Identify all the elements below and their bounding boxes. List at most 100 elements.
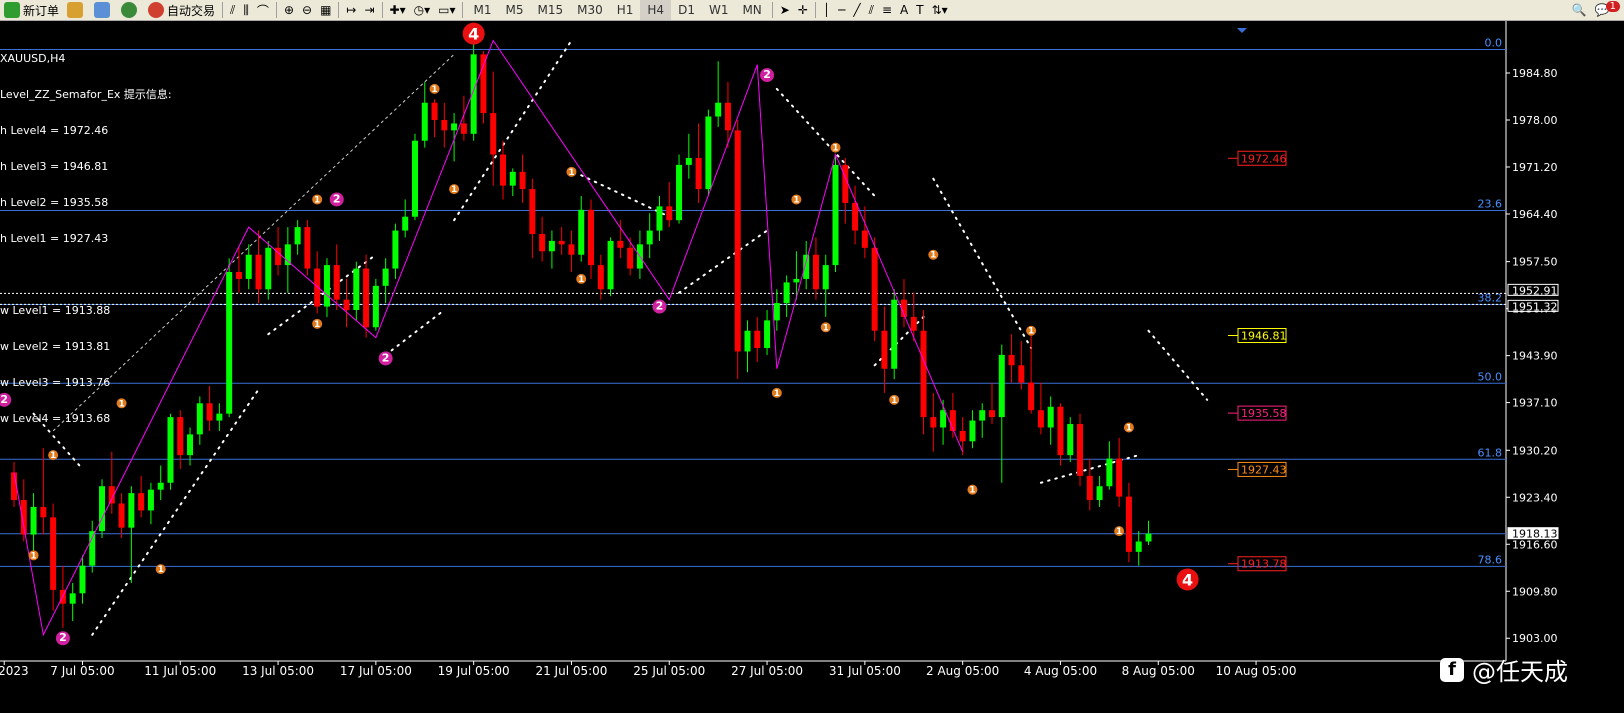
chart-shift-icon: ⇥ — [364, 3, 375, 17]
candle — [353, 261, 360, 321]
tile-button[interactable]: ▦ — [316, 0, 335, 20]
indicator-info-panel: XAUUSD,H4 Level_ZZ_Semafor_Ex 提示信息: h Le… — [0, 29, 172, 437]
timeframe-m30[interactable]: M30 — [570, 0, 610, 20]
timeframe-d1[interactable]: D1 — [671, 0, 702, 20]
candle — [519, 154, 526, 203]
tool-button-3[interactable] — [117, 0, 144, 20]
indicators-button[interactable]: ✚▾ — [386, 0, 410, 20]
candle — [685, 133, 692, 179]
candle-body — [519, 171, 526, 190]
x-tick-label: 13 Jul 05:00 — [242, 664, 314, 678]
candle — [764, 310, 771, 355]
candle — [20, 479, 27, 542]
timeframe-m15[interactable]: M15 — [530, 0, 570, 20]
candle-body — [940, 410, 947, 428]
level-box: 1913.78 — [1228, 556, 1287, 572]
candle — [676, 154, 683, 224]
candle-body — [891, 299, 898, 369]
candle-chart-button[interactable]: ⫼ — [239, 0, 253, 20]
zoom-in-button[interactable]: ⊕ — [280, 0, 298, 20]
candle-body — [783, 282, 790, 304]
candle-body — [793, 278, 800, 283]
candle-body — [226, 272, 233, 414]
candle-body — [421, 102, 428, 141]
semafor-marker: 1 — [928, 249, 939, 261]
candle-body — [842, 164, 849, 203]
semafor-label: 1 — [793, 195, 799, 205]
label-button[interactable]: T — [912, 0, 927, 20]
main-toolbar: 新订单 自动交易 ⫽ ⫼ ⌒ ⊕ ⊖ ▦ ↦ ⇥ ✚▾ ◷▾ ▭▾ M1 M5 M1… — [0, 0, 1624, 21]
fibo-button[interactable]: ≡ — [878, 0, 896, 20]
search-button[interactable]: 🔍 — [1568, 0, 1591, 20]
semafor-marker: 1 — [1114, 526, 1125, 537]
y-tick-label: 1971.20 — [1512, 161, 1558, 174]
candle-body — [392, 230, 399, 269]
candle-body — [89, 531, 96, 566]
candle — [1037, 382, 1044, 435]
timeframe-w1[interactable]: W1 — [702, 0, 736, 20]
candle — [235, 247, 242, 293]
semafor-label: 1 — [969, 486, 975, 496]
plus-icon — [4, 2, 20, 18]
candle — [891, 289, 898, 380]
trendline-button[interactable]: ╱ — [849, 0, 864, 20]
semafor-marker: 1 — [830, 142, 841, 154]
auto-trade-button[interactable]: 自动交易 — [144, 0, 219, 20]
autoscroll-button[interactable]: ↦ — [342, 0, 360, 20]
candle-body — [832, 164, 839, 266]
candle — [1106, 441, 1113, 490]
candle-body — [1125, 496, 1132, 552]
crosshair-button[interactable]: ✛ — [794, 0, 812, 20]
candle — [1086, 458, 1093, 511]
timeframe-h1[interactable]: H1 — [610, 0, 641, 20]
chart-shift-button[interactable]: ⇥ — [360, 0, 378, 20]
candle-body — [500, 154, 506, 186]
timeframe-mn[interactable]: MN — [735, 0, 768, 20]
candle — [304, 220, 311, 276]
candle-body — [998, 354, 1005, 418]
candle-body — [724, 102, 731, 131]
tool-button-2[interactable] — [90, 0, 117, 20]
timeframe-m5[interactable]: M5 — [498, 0, 530, 20]
candle-body — [627, 247, 634, 269]
zoom-out-button[interactable]: ⊖ — [298, 0, 316, 20]
bar-chart-button[interactable]: ⫽ — [226, 0, 239, 20]
semafor-marker: 1 — [429, 83, 440, 95]
candle-body — [1067, 424, 1074, 456]
chart-area[interactable]: 0.0 23.6 38.2 50.0 61.8 78.6 1984.80 1978.00 197… — [0, 21, 1624, 709]
dotted-envelope-line — [267, 253, 377, 336]
horizontal-line-button[interactable]: ─ — [834, 0, 849, 20]
price-axis-tag: 1951.32 — [1507, 299, 1559, 313]
vertical-line-button[interactable]: │ — [819, 0, 834, 20]
candle-body — [206, 403, 213, 421]
price-chart[interactable]: 0.023.638.250.061.878.61984.801978.00197… — [0, 21, 1624, 709]
periods-button[interactable]: ◷▾ — [410, 0, 435, 20]
toolbar-separator — [814, 2, 816, 18]
candle — [1008, 334, 1015, 383]
channel-button[interactable]: ⫽ — [865, 0, 878, 20]
cursor-button[interactable]: ➤ — [776, 0, 794, 20]
semafor-marker: 2 — [55, 631, 70, 646]
semafor-label: 2 — [382, 351, 390, 364]
candle — [803, 240, 810, 290]
candle-body — [822, 265, 829, 290]
line-chart-button[interactable]: ⌒ — [253, 0, 273, 20]
arrows-button[interactable]: ⇅▾ — [928, 0, 952, 20]
tool-button-1[interactable] — [63, 0, 90, 20]
candle-body — [265, 247, 272, 290]
new-order-button[interactable]: 新订单 — [0, 0, 63, 20]
candle — [490, 71, 497, 186]
candle — [1096, 475, 1103, 507]
candle-body — [568, 244, 575, 255]
timeframe-h4[interactable]: H4 — [640, 0, 672, 20]
candle-body — [128, 493, 135, 528]
text-button[interactable]: A — [896, 0, 912, 20]
level-box: 1927.43 — [1228, 461, 1287, 477]
candle-body — [255, 254, 262, 290]
templates-button[interactable]: ▭▾ — [434, 0, 459, 20]
dotted-envelope-line — [932, 177, 1033, 350]
notifications-button[interactable]: 💬 1 — [1591, 0, 1624, 20]
candle-body — [1057, 406, 1064, 456]
candle — [1116, 437, 1123, 507]
timeframe-m1[interactable]: M1 — [466, 0, 498, 20]
